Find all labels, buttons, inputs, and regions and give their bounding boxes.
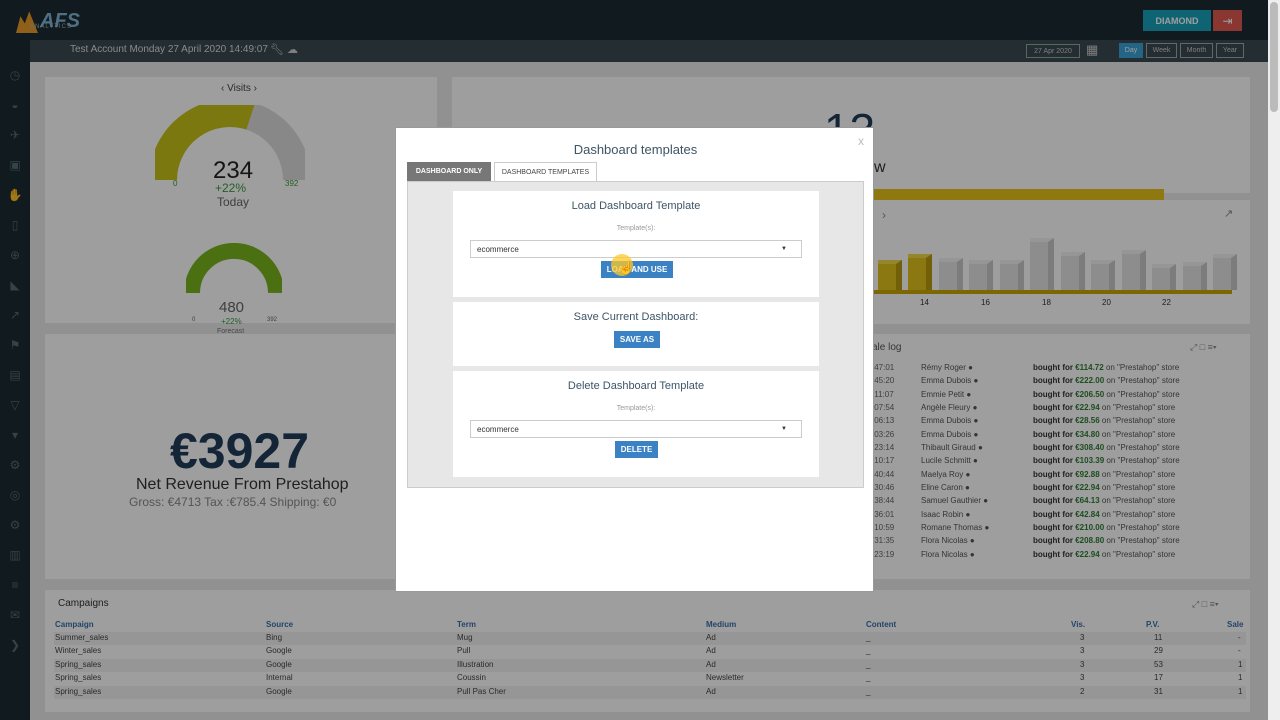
save-as-button[interactable]: SAVE AS [614, 331, 660, 348]
hand-cursor-icon: ☝ [618, 260, 635, 275]
caret-down-icon: ▼ [781, 426, 787, 432]
load-selected: ecommerce [477, 244, 519, 254]
delete-selected: ecommerce [477, 424, 519, 434]
delete-title: Delete Dashboard Template [567, 380, 705, 392]
load-title: Load Dashboard Template [571, 200, 701, 212]
modal-title: Dashboard templates [573, 142, 698, 157]
load-label: Template(s): [616, 225, 656, 232]
tab-dashboard-templates[interactable]: DASHBOARD TEMPLATES [494, 162, 597, 181]
caret-down-icon: ▼ [781, 246, 787, 252]
tab-dashboard-only[interactable]: DASHBOARD ONLY [407, 162, 491, 181]
save-title: Save Current Dashboard: [573, 311, 699, 323]
page-scrollbar[interactable] [1268, 0, 1280, 720]
load-template-select[interactable]: ecommerce ▼ [470, 240, 802, 258]
app-root: AFS ANALYTICS DIAMOND ⇥ Test Account Mon… [0, 0, 1280, 720]
delete-label: Template(s): [616, 405, 656, 412]
save-dashboard-section: Save Current Dashboard: SAVE AS [453, 302, 819, 366]
dashboard-templates-modal: Dashboard templates x DASHBOARD ONLY DAS… [395, 127, 874, 592]
delete-template-section: Delete Dashboard Template Template(s): e… [453, 371, 819, 477]
load-template-section: Load Dashboard Template Template(s): eco… [453, 191, 819, 297]
close-icon[interactable]: x [858, 134, 864, 148]
delete-template-select[interactable]: ecommerce ▼ [470, 420, 802, 438]
scroll-thumb[interactable] [1270, 2, 1278, 112]
delete-button[interactable]: DELETE [615, 441, 658, 458]
tab-content: Load Dashboard Template Template(s): eco… [407, 181, 864, 488]
